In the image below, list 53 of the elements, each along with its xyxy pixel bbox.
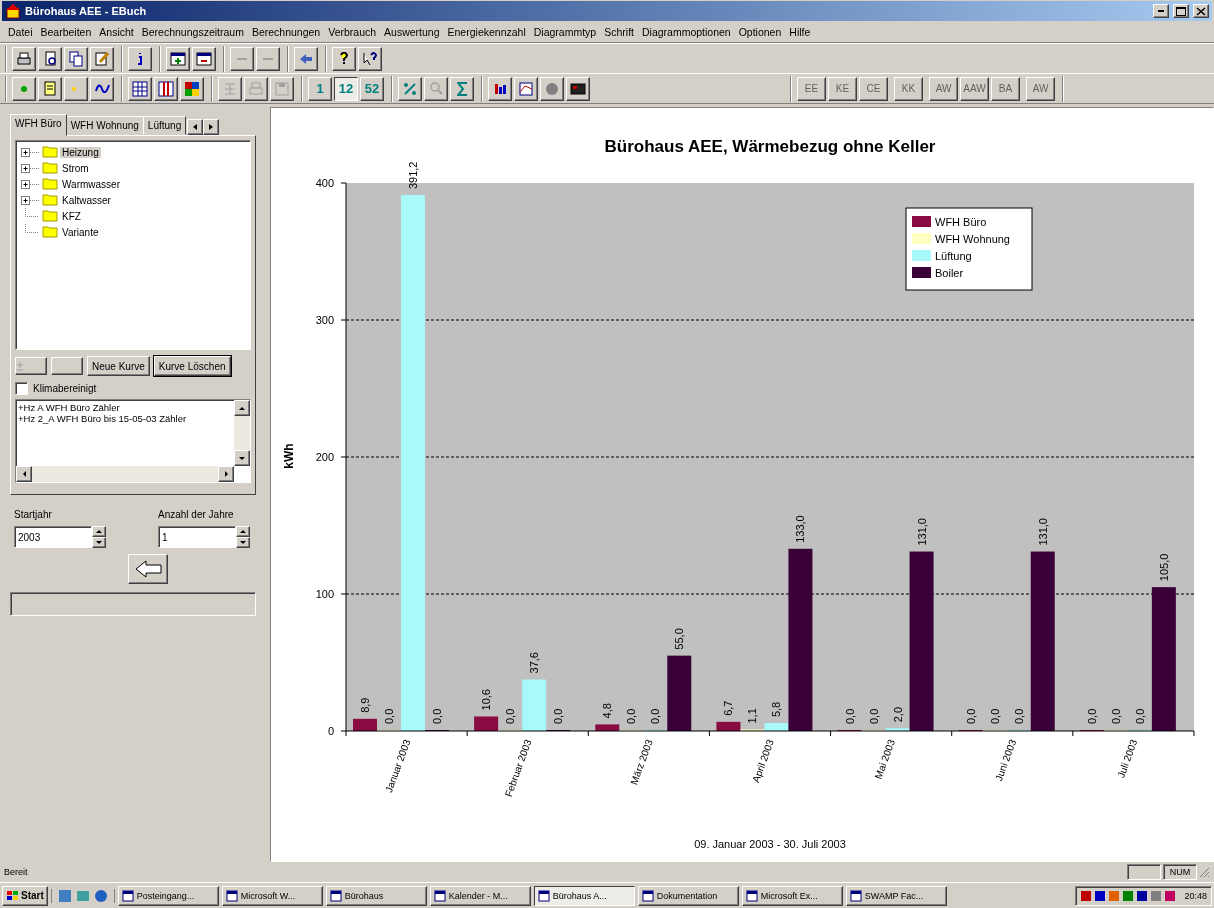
axis-tick-label: 0: [327, 725, 334, 737]
axis-tick-label: 100: [315, 588, 334, 600]
data-label: 0,0: [504, 708, 517, 724]
data-label: 0,0: [649, 708, 662, 724]
data-label: 0,0: [431, 708, 443, 724]
data-label: 131,0: [915, 518, 928, 546]
data-label: 0,0: [1012, 708, 1025, 724]
category-label: März 2003: [628, 737, 655, 787]
clock: 20:48: [1184, 890, 1207, 901]
data-label: 391,2: [407, 161, 419, 190]
data-label: 0,0: [1109, 708, 1122, 724]
status-indicator: NUM: [1163, 864, 1197, 880]
data-label: 0,0: [1133, 708, 1146, 724]
status-text: Bereit: [4, 867, 29, 877]
data-label: 131,0: [1036, 518, 1049, 546]
field-label: Anzahl der Jahre: [158, 509, 235, 520]
data-label: 8,9: [359, 697, 371, 713]
data-label: 0,0: [867, 708, 880, 724]
category-label: April 2003: [750, 737, 776, 784]
data-label: 0,0: [625, 708, 638, 724]
legend-label: WFH Büro: [935, 216, 987, 228]
axis-tick-label: 400: [315, 177, 334, 189]
data-label: 105,0: [1157, 553, 1170, 582]
data-label: 37,6: [528, 652, 541, 674]
data-label: 0,0: [1085, 708, 1098, 724]
data-label: 0,0: [843, 708, 856, 724]
data-label: 2,0: [891, 706, 904, 723]
data-label: 0,0: [988, 708, 1001, 724]
legend-label: Lüftung: [935, 250, 972, 262]
axis-tick-label: 200: [315, 451, 334, 463]
data-label: 5,8: [770, 701, 783, 718]
chart-title: Bürohaus AEE, Wärmebezug ohne Keller: [604, 137, 936, 156]
checkbox-label: Klimabereinigt: [33, 383, 97, 394]
data-label: 0,0: [552, 708, 565, 724]
data-label: 133,0: [794, 515, 807, 543]
data-label: 0,0: [964, 708, 977, 724]
axis-tick-label: 300: [315, 314, 334, 326]
data-label: 0,0: [383, 708, 395, 724]
category-label: Januar 2003: [383, 737, 413, 794]
data-label: 6,7: [722, 700, 735, 716]
y-axis-label: kWh: [282, 443, 296, 469]
category-label: Mai 2003: [872, 737, 897, 781]
data-label: 10,6: [480, 689, 493, 711]
data-label: 55,0: [673, 628, 686, 650]
category-label: Juli 2003: [1115, 737, 1140, 780]
legend-label: WFH Wohnung: [935, 233, 1010, 245]
data-label: 1,1: [746, 708, 759, 724]
x-axis-label: 09. Januar 2003 - 30. Juli 2003: [694, 838, 846, 850]
legend-label: Boiler: [935, 267, 964, 279]
field-label: Startjahr: [14, 509, 53, 520]
window-title: Bürohaus AEE - EBuch: [25, 5, 147, 17]
data-label: 4,8: [601, 703, 614, 719]
category-label: Juni 2003: [993, 737, 1019, 783]
